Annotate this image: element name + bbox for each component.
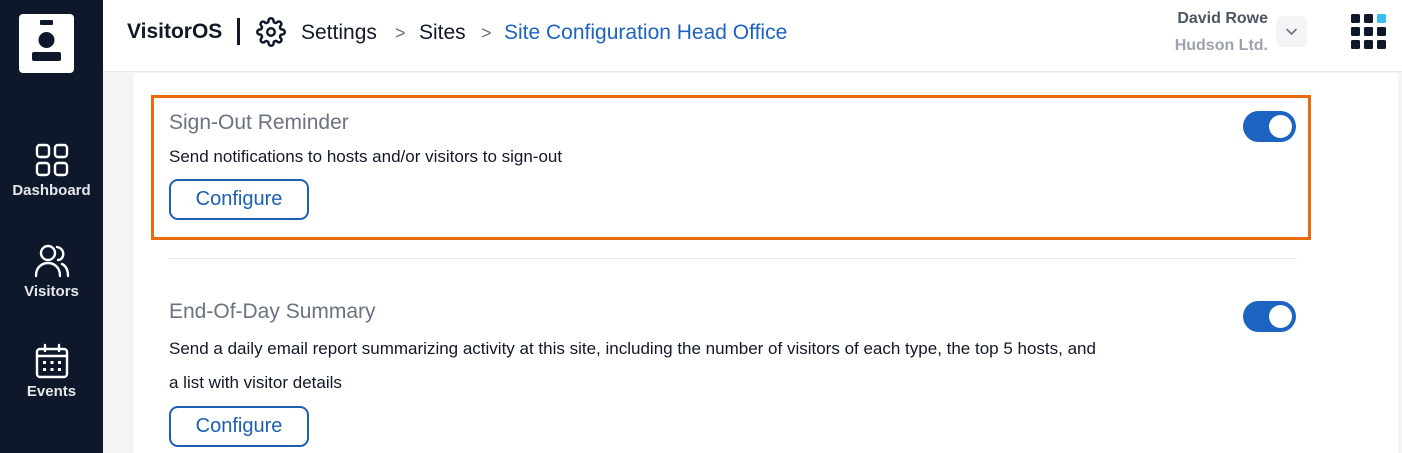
toggle-knob [1269,115,1292,138]
content-scroll-edge [1398,73,1402,453]
brand-name[interactable]: VisitorOS [127,20,222,44]
breadcrumb-settings[interactable]: Settings [301,21,377,45]
dashboard-grid-icon [35,143,68,177]
calendar-icon [35,343,68,379]
apps-grid-icon[interactable] [1351,14,1386,49]
sidebar-item-dashboard[interactable]: Dashboard [0,142,103,199]
setting-sign-out-reminder: Sign-Out Reminder Send notifications to … [133,73,1398,258]
id-badge-icon [32,20,61,61]
brand-divider [237,18,240,45]
setting-title: Sign-Out Reminder [169,111,349,134]
gear-icon [256,17,286,47]
sidebar-item-label: Visitors [24,283,79,300]
user-organization: Hudson Ltd. [1174,37,1268,54]
chevron-down-icon [1286,28,1297,35]
users-icon [34,244,69,278]
setting-description-line-1: Send a daily email report summarizing ac… [169,339,1096,358]
setting-description-line-2: a list with visitor details [169,373,342,392]
sidebar-item-visitors[interactable]: Visitors [0,243,103,300]
sign-out-reminder-toggle[interactable] [1243,111,1296,142]
sidebar: Dashboard Visitors Events [0,0,103,453]
setting-description: Send notifications to hosts and/or visit… [169,147,563,166]
sidebar-item-label: Events [26,383,77,400]
configure-button[interactable]: Configure [169,179,309,220]
breadcrumb-sites[interactable]: Sites [419,21,466,45]
setting-title: End-Of-Day Summary [169,300,376,323]
sidebar-item-events[interactable]: Events [0,343,103,400]
settings-content: Sign-Out Reminder Send notifications to … [133,73,1398,453]
sidebar-item-label: Dashboard [12,182,91,199]
app-window: Dashboard Visitors Events VisitorOS Sett… [0,0,1402,453]
breadcrumb-separator: > [395,23,406,43]
configure-button[interactable]: Configure [169,406,309,447]
breadcrumb-current-page: Site Configuration Head Office [504,21,788,44]
toggle-knob [1269,305,1292,328]
app-logo[interactable] [19,14,74,73]
user-menu-button[interactable] [1276,16,1307,47]
user-name: David Rowe [1177,10,1268,27]
setting-end-of-day-summary: End-Of-Day Summary Send a daily email re… [133,259,1398,453]
breadcrumb-separator: > [481,23,492,43]
end-of-day-summary-toggle[interactable] [1243,301,1296,332]
top-header: VisitorOS Settings > Sites > Site Config… [103,0,1402,72]
